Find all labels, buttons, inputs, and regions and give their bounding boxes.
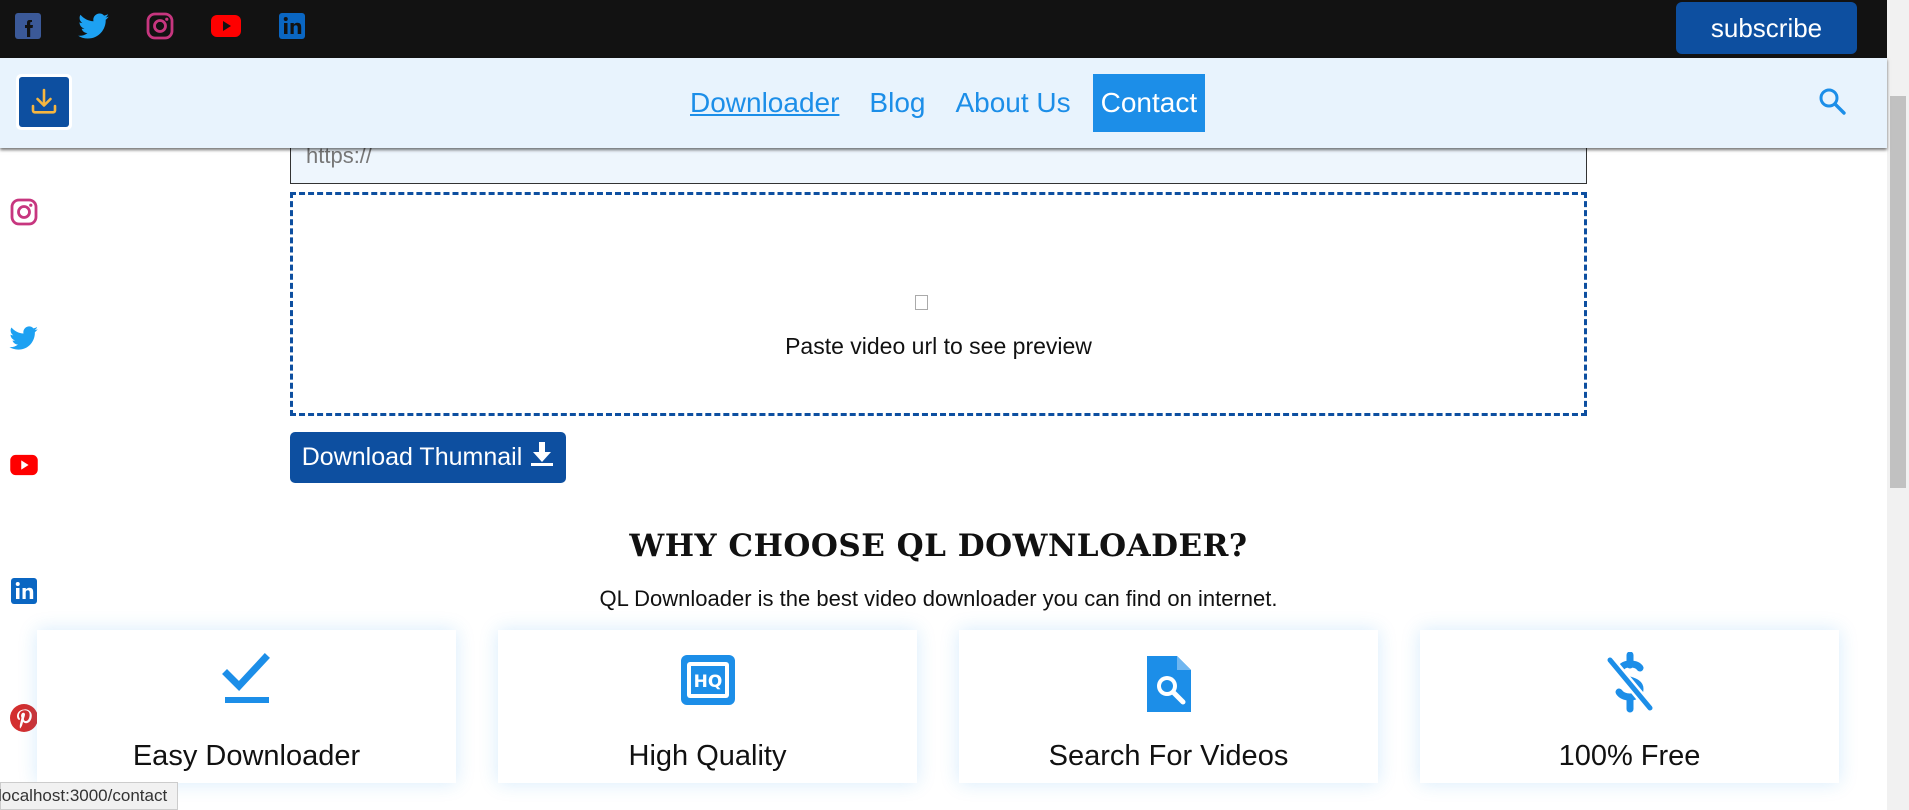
scrollbar-thumb[interactable] [1890,96,1906,488]
download-logo-icon [19,77,69,127]
feature-label: High Quality [628,740,787,772]
svg-text:HQ: HQ [693,672,722,692]
preview-image-placeholder [915,295,928,310]
youtube-icon[interactable] [206,10,246,42]
instagram-icon[interactable] [140,10,180,42]
subscribe-button[interactable]: subscribe [1676,2,1857,54]
feature-label: Search For Videos [1048,740,1289,772]
file-search-icon [959,652,1378,712]
feature-card-free: 100% Free [1420,630,1839,783]
feature-label: Easy Downloader [132,740,361,772]
page: subscribe Downloader Blog About Us Conta… [0,0,1909,810]
pinterest-icon[interactable] [8,702,40,734]
nav-link-contact[interactable]: Contact [1092,74,1206,132]
download-thumbnail-label: Download Thumnail [301,443,523,471]
facebook-icon[interactable] [8,10,48,42]
twitter-icon[interactable] [8,322,40,354]
video-preview-area: Paste video url to see preview [290,192,1587,416]
hq-icon: HQ [498,652,917,712]
feature-card-search-for-videos: Search For Videos [959,630,1378,783]
logo[interactable] [16,74,72,130]
main-nav: Downloader Blog About Us Contact [0,58,1887,148]
twitter-icon[interactable] [74,10,114,42]
feature-label: 100% Free [1558,740,1701,772]
download-arrow-icon [530,441,554,474]
download-check-icon [37,652,456,712]
search-icon[interactable] [1817,86,1847,121]
why-choose-title: WHY CHOOSE QL DOWNLOADER? [629,528,1248,564]
instagram-icon[interactable] [8,196,40,228]
top-social-links [8,10,312,42]
linkedin-icon[interactable] [272,10,312,42]
no-dollar-icon [1420,652,1839,713]
nav-link-blog[interactable]: Blog [869,87,925,119]
nav-link-downloader[interactable]: Downloader [690,87,839,119]
why-choose-subtitle: QL Downloader is the best video download… [599,586,1278,611]
feature-card-high-quality: HQ High Quality [498,630,917,783]
browser-status-bar: localhost:3000/contact [0,782,179,810]
page-scrollbar[interactable] [1887,0,1909,810]
download-thumbnail-button[interactable]: Download Thumnail [290,432,566,483]
feature-card-easy-downloader: Easy Downloader [37,630,456,783]
top-bar: subscribe [0,0,1887,58]
preview-message: Paste video url to see preview [785,333,1092,359]
status-url: localhost:3000/contact [0,786,168,805]
nav-links: Downloader Blog About Us Contact [690,73,1206,133]
youtube-icon[interactable] [8,449,40,481]
nav-link-about-us[interactable]: About Us [955,87,1070,119]
